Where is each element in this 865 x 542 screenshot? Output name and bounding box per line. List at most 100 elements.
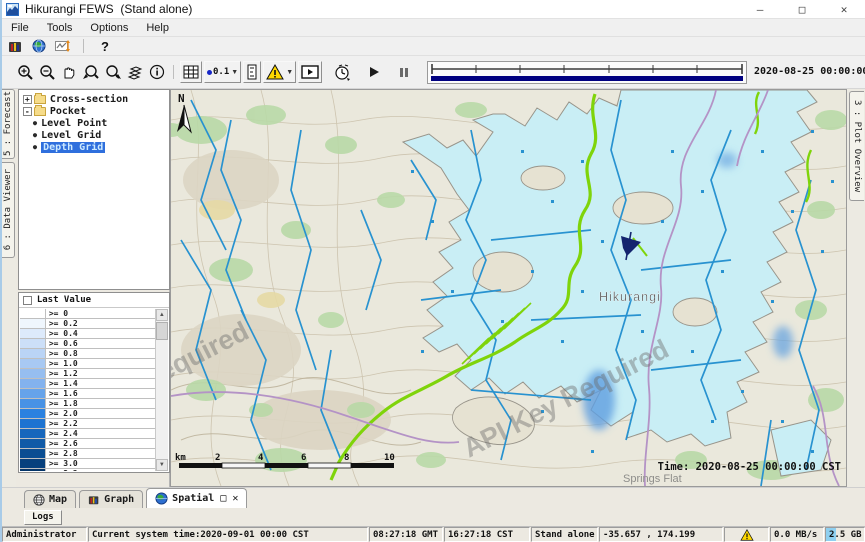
- zoom-previous-icon[interactable]: [80, 61, 102, 83]
- folder-icon: [34, 107, 46, 116]
- legend-color-swatch: [20, 439, 46, 448]
- legend-scrollbar[interactable]: ▲ ▼: [155, 309, 168, 471]
- toolbar-separator: [83, 39, 84, 53]
- tree-node-label: Level Grid: [41, 130, 101, 141]
- legend-color-swatch: [20, 419, 46, 428]
- spatial-globe-icon: [155, 492, 168, 505]
- menu-help[interactable]: Help: [137, 22, 178, 34]
- longitudinal-profile-button[interactable]: [243, 61, 261, 83]
- animation-player-button[interactable]: [298, 61, 322, 83]
- legend-row: >= 1.8: [20, 399, 155, 409]
- tab-graph[interactable]: Graph: [79, 490, 143, 508]
- svg-text:8: 8: [344, 453, 349, 463]
- layers-icon[interactable]: [124, 61, 146, 83]
- status-warning-cell[interactable]: [724, 527, 769, 542]
- scroll-up-icon[interactable]: ▲: [156, 309, 168, 321]
- node-bullet-icon: ●: [33, 143, 37, 151]
- last-value-checkbox[interactable]: [23, 296, 32, 305]
- legend-row: >= 3.2: [20, 469, 155, 471]
- svg-text:km: km: [175, 453, 186, 463]
- legend-row: >= 0.2: [20, 319, 155, 329]
- legend-row: >= 2.0: [20, 409, 155, 419]
- tree-node-label: Level Point: [41, 118, 107, 129]
- status-system-time: Current system time:2020-09-01 00:00 CST: [88, 527, 368, 542]
- tree-node-label: Cross-section: [50, 94, 128, 105]
- close-panel-icon[interactable]: ✕: [232, 493, 238, 504]
- node-bullet-icon: ●: [33, 119, 37, 127]
- zoom-next-icon[interactable]: [102, 61, 124, 83]
- map-canvas[interactable]: API Key Required API Key Required Hikura…: [170, 89, 847, 487]
- legend-panel: Last Value >= 0>= 0.2>= 0.4>= 0.6>= 0.8>…: [18, 292, 170, 473]
- legend-row: >= 0.4: [20, 329, 155, 339]
- tab-data-viewer[interactable]: 6 : Data Viewer: [2, 162, 15, 258]
- filter-tree[interactable]: +Cross-section-Pocket●Level Point●Level …: [18, 89, 170, 290]
- info-icon[interactable]: [146, 61, 168, 83]
- tree-node-label: Depth Grid: [41, 142, 105, 153]
- pause-button[interactable]: [393, 61, 415, 83]
- tree-leaf-row[interactable]: ●Level Grid: [19, 129, 169, 141]
- tree-folder-row[interactable]: -Pocket: [19, 105, 169, 117]
- animation-timer-icon[interactable]: [331, 61, 353, 83]
- menu-options[interactable]: Options: [81, 22, 137, 34]
- tree-leaf-row[interactable]: ● Depth Grid: [19, 141, 169, 153]
- scrollbar-thumb[interactable]: [156, 322, 168, 340]
- database-icon[interactable]: [6, 38, 24, 54]
- svg-text:6: 6: [301, 453, 306, 463]
- tab-map[interactable]: Map: [24, 490, 76, 508]
- thresholds-warning-dropdown[interactable]: ▼: [263, 61, 296, 83]
- status-memory: 2.5 GB: [825, 527, 865, 542]
- status-mode: Stand alone: [531, 527, 598, 542]
- legend-class-label: >= 3.2: [46, 469, 155, 471]
- legend-color-swatch: [20, 369, 46, 378]
- legend-row: >= 1.4: [20, 379, 155, 389]
- tab-spatial[interactable]: Spatial □ ✕: [146, 488, 247, 508]
- zoom-in-icon[interactable]: [14, 61, 36, 83]
- play-button[interactable]: [363, 61, 385, 83]
- legend-row: >= 1.2: [20, 369, 155, 379]
- status-bar: Administrator Current system time:2020-0…: [2, 527, 865, 542]
- legend-color-swatch: [20, 389, 46, 398]
- scalar-chart-icon[interactable]: [54, 38, 72, 54]
- tab-forecast[interactable]: 5 : Forecast: [2, 89, 15, 159]
- legend-row: >= 1.6: [20, 389, 155, 399]
- pan-hand-icon[interactable]: [58, 61, 80, 83]
- tree-folder-row[interactable]: + Cross-section: [19, 93, 169, 105]
- menu-tools[interactable]: Tools: [38, 22, 82, 34]
- svg-text:10: 10: [384, 453, 395, 463]
- close-button[interactable]: ✕: [823, 0, 865, 18]
- menu-file[interactable]: File: [2, 22, 38, 34]
- undock-panel-icon[interactable]: □: [220, 493, 226, 504]
- legend-row: >= 1.0: [20, 359, 155, 369]
- time-slider[interactable]: [427, 61, 747, 84]
- maximize-button[interactable]: □: [781, 0, 823, 18]
- help-icon[interactable]: ?: [95, 39, 115, 54]
- map-time-label: Time: 2020-08-25 00:00:00 CST: [658, 461, 841, 473]
- right-tab-strip: 3 : Plot Overview: [847, 89, 865, 487]
- main-toolbar: ?: [2, 37, 865, 56]
- legend-class-label: >= 1.0: [46, 359, 155, 368]
- grid-display-button[interactable]: [180, 61, 202, 83]
- tab-plot-overview[interactable]: 3 : Plot Overview: [849, 91, 864, 201]
- legend-row: >= 0.8: [20, 349, 155, 359]
- legend-class-label: >= 2.6: [46, 439, 155, 448]
- last-value-label: Last Value: [37, 295, 91, 305]
- logs-button[interactable]: Logs: [24, 510, 62, 525]
- tree-leaf-row[interactable]: ● Level Point: [19, 117, 169, 129]
- map-display-globe-icon[interactable]: [30, 38, 48, 54]
- legend-color-swatch: [20, 449, 46, 458]
- legend-class-list: >= 0>= 0.2>= 0.4>= 0.6>= 0.8>= 1.0>= 1.2…: [20, 309, 155, 471]
- tree-expander-icon[interactable]: +: [23, 95, 32, 104]
- threshold-dropdown[interactable]: 0.1 ▼: [204, 61, 241, 83]
- legend-class-label: >= 2.0: [46, 409, 155, 418]
- legend-class-label: >= 3.0: [46, 459, 155, 468]
- minimize-button[interactable]: –: [739, 0, 781, 18]
- logs-row: Logs: [2, 508, 865, 527]
- scroll-down-icon[interactable]: ▼: [156, 459, 168, 471]
- legend-row: >= 2.8: [20, 449, 155, 459]
- bottom-tab-bar: Map Graph Spatial □ ✕: [2, 487, 865, 508]
- folder-icon: [34, 95, 46, 104]
- legend-color-swatch: [20, 409, 46, 418]
- zoom-out-icon[interactable]: [36, 61, 58, 83]
- last-value-row: Last Value: [19, 293, 169, 308]
- tree-expander-icon[interactable]: -: [23, 107, 32, 116]
